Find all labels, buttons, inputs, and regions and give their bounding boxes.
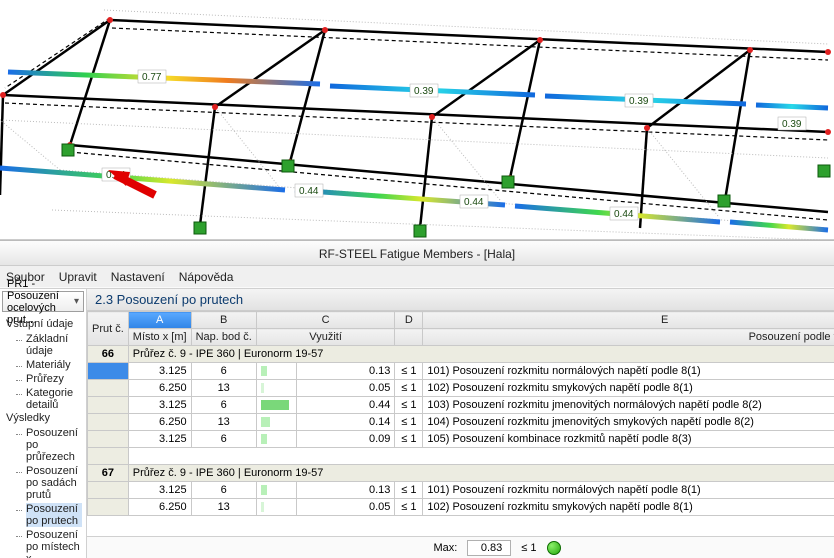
- col-a[interactable]: A: [128, 312, 191, 329]
- table-row: 3.125 6 0.13 ≤ 1 101) Posouzení rozkmitu…: [87, 482, 834, 499]
- beam-label: 0.39: [629, 96, 649, 107]
- section-title: 2.3 Posouzení po prutech: [87, 289, 834, 311]
- case-combo[interactable]: PŘ1 - Posouzení ocelových prut… ▾: [2, 291, 84, 312]
- col-b[interactable]: B: [191, 312, 256, 329]
- col-e[interactable]: E: [423, 312, 834, 329]
- tree-item-details[interactable]: Kategorie detailů: [18, 386, 82, 412]
- group-header: Průřez č. 9 - IPE 360 | Euronorm 19-57: [128, 346, 834, 363]
- model-viewport[interactable]: 0.77 0.39 0.39 0.39 0.44 0.44 0.44 0.44: [0, 0, 834, 240]
- menu-bar: Soubor Upravit Nastavení Nápověda: [0, 266, 834, 288]
- table-row: 3.125 6 0.13 ≤ 1 101) Posouzení rozkmitu…: [87, 363, 834, 380]
- tree-item-basic[interactable]: Základní údaje: [18, 332, 82, 358]
- table-row: 6.250 13 0.05 ≤ 1 102) Posouzení rozkmit…: [87, 380, 834, 397]
- window-title: RF-STEEL Fatigue Members - [Hala]: [0, 240, 834, 266]
- col-napbod[interactable]: Nap. bod č.: [191, 329, 256, 346]
- group-row: 66 Průřez č. 9 - IPE 360 | Euronorm 19-5…: [87, 346, 834, 363]
- menu-napoveda[interactable]: Nápověda: [179, 270, 234, 284]
- col-prut[interactable]: Prut č.: [87, 312, 128, 346]
- results-table[interactable]: Prut č. A B C D E Místo x [m] Nap. bod č…: [87, 311, 834, 516]
- tree-item-by-sets[interactable]: Posouzení po sadách prutů: [18, 464, 82, 502]
- sidebar: PŘ1 - Posouzení ocelových prut… ▾ Vstupn…: [0, 289, 87, 558]
- tree-item-materials[interactable]: Materiály: [18, 358, 82, 372]
- max-label: Max:: [433, 542, 457, 554]
- beam-label: 0.39: [414, 86, 434, 97]
- beam-label: 0.44: [299, 186, 319, 197]
- beam-label: 0.44: [614, 209, 634, 220]
- tree-item-by-members[interactable]: Posouzení po prutech: [18, 502, 82, 528]
- beam-label: 0.44: [464, 197, 484, 208]
- ok-icon: [547, 541, 561, 555]
- tree-root-input[interactable]: Vstupní údaje: [6, 318, 82, 330]
- menu-nastaveni[interactable]: Nastavení: [111, 270, 165, 284]
- main-panel: 2.3 Posouzení po prutech Prut č. A B C D…: [87, 289, 834, 558]
- col-misto[interactable]: Místo x [m]: [128, 329, 191, 346]
- group-row: 67 Průřez č. 9 - IPE 360 | Euronorm 19-5…: [87, 465, 834, 482]
- table-row: 6.250 13 0.14 ≤ 1 104) Posouzení rozkmit…: [87, 414, 834, 431]
- tree-item-by-x[interactable]: Posouzení po místech x: [18, 528, 82, 558]
- beam-label: 0.77: [142, 72, 162, 83]
- table-row: 3.125 6 0.44 ≤ 1 103) Posouzení rozkmitu…: [87, 397, 834, 414]
- max-compare: ≤ 1: [521, 542, 536, 554]
- table-row: 6.250 13 0.05 ≤ 1 102) Posouzení rozkmit…: [87, 499, 834, 516]
- chevron-down-icon: ▾: [74, 296, 79, 307]
- nav-tree: Vstupní údaje Základní údaje Materiály P…: [0, 314, 86, 558]
- group-header: Průřez č. 9 - IPE 360 | Euronorm 19-57: [128, 465, 834, 482]
- beam-label: 0.39: [782, 119, 802, 130]
- summary-bar: Max: 0.83 ≤ 1: [87, 536, 834, 558]
- pointer-arrow: [108, 170, 155, 195]
- tree-item-by-section[interactable]: Posouzení po průřezech: [18, 426, 82, 464]
- col-vyuziti[interactable]: Využití: [256, 329, 395, 346]
- col-c[interactable]: C: [256, 312, 395, 329]
- col-d[interactable]: D: [395, 312, 423, 329]
- max-value: 0.83: [467, 540, 511, 556]
- tree-root-results[interactable]: Výsledky: [6, 412, 82, 424]
- col-posudek[interactable]: Posouzení podle vzorce: [423, 329, 834, 346]
- table-row: 3.125 6 0.09 ≤ 1 105) Posouzení kombinac…: [87, 431, 834, 448]
- tree-item-sections[interactable]: Průřezy: [18, 372, 82, 386]
